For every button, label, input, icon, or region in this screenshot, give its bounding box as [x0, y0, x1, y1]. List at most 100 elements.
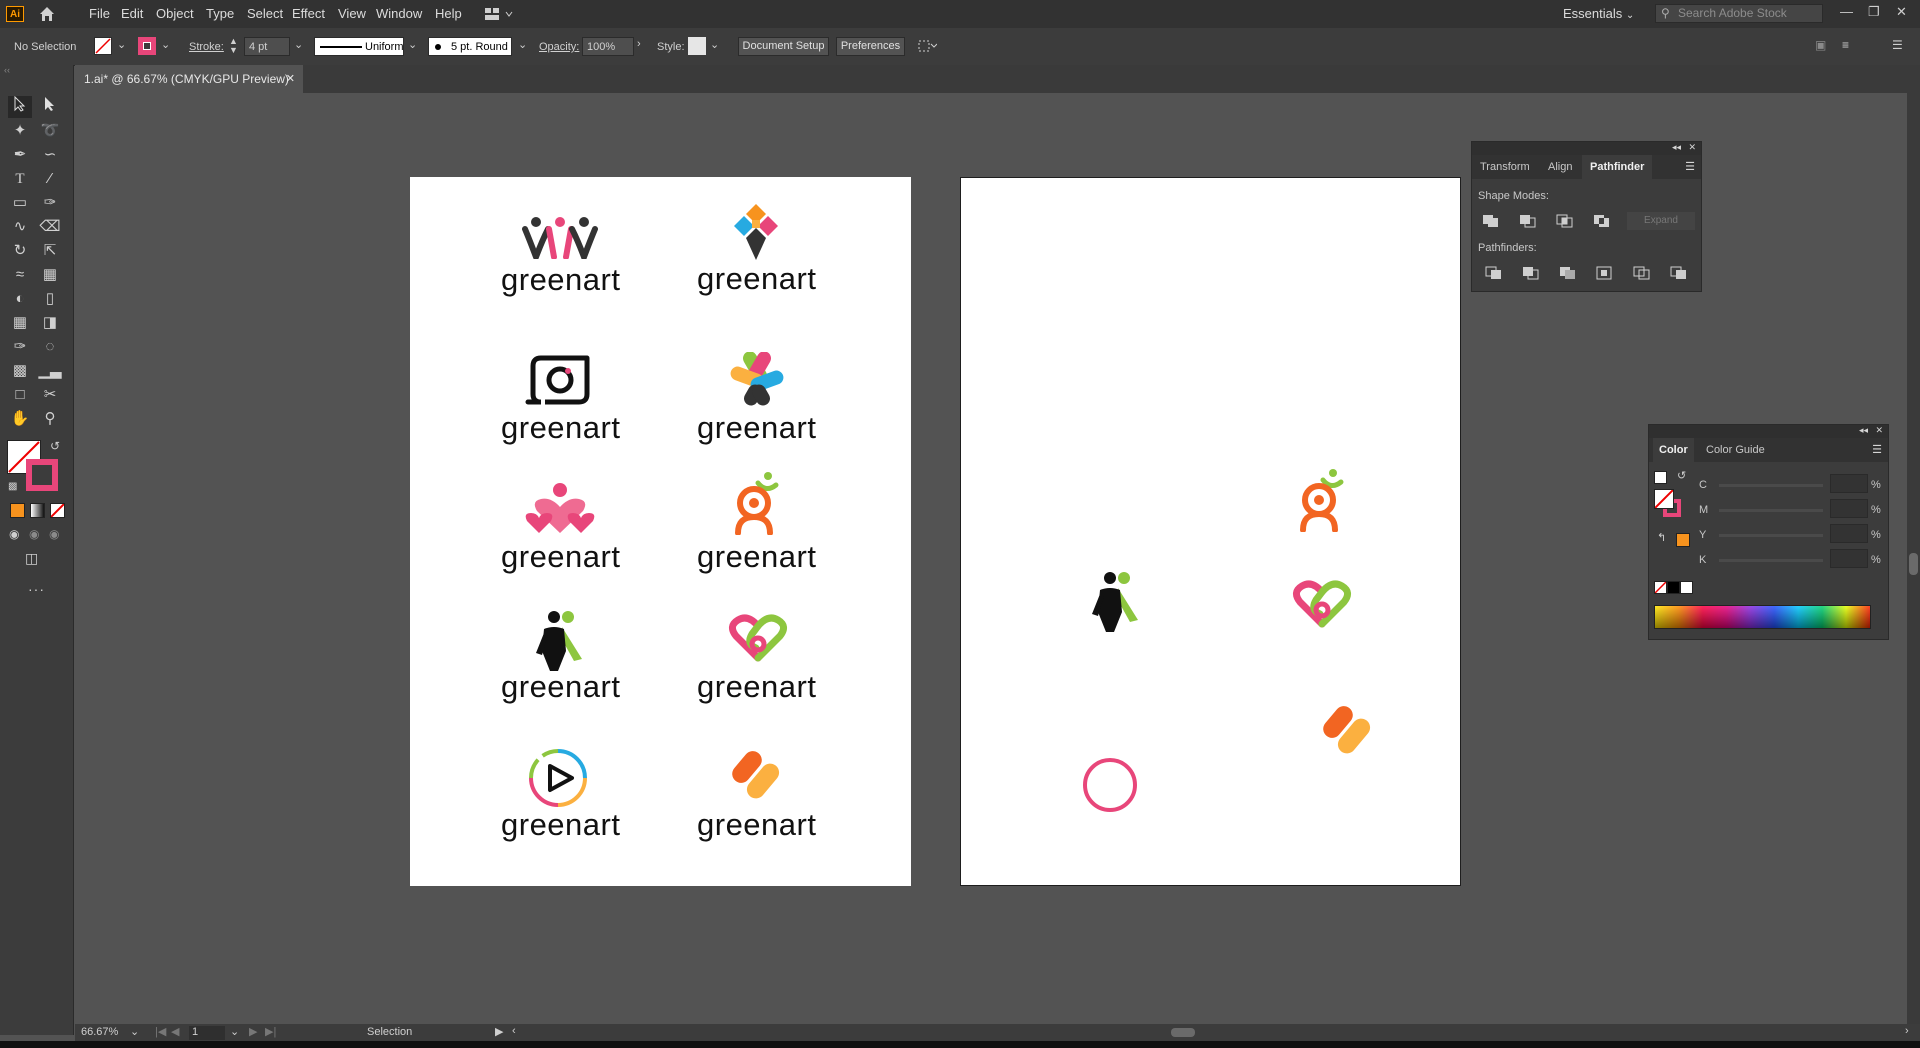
zoom-tool-icon[interactable]: ⚲ [38, 408, 62, 430]
artboard-2[interactable] [960, 177, 1461, 886]
workspace-switcher[interactable]: Essentials ⌄ [1563, 6, 1634, 21]
slice-tool-icon[interactable]: ✂ [38, 384, 62, 406]
channel-c-field[interactable] [1830, 474, 1868, 493]
crop-icon[interactable] [1596, 266, 1614, 280]
stock-search-input[interactable]: ⚲ Search Adobe Stock [1655, 4, 1823, 23]
ring-shape[interactable] [1082, 757, 1138, 813]
divide-icon[interactable] [1485, 266, 1503, 280]
home-icon[interactable] [38, 5, 56, 23]
chevron-down-icon[interactable]: ⌄ [294, 38, 303, 51]
symbol-sprayer-tool-icon[interactable]: ▩ [8, 360, 32, 382]
person-logo-icon[interactable] [732, 471, 782, 536]
panel-menu-icon[interactable]: ☰ [1872, 443, 1882, 456]
mesh-tool-icon[interactable]: ▦ [8, 312, 32, 334]
collapse-panel-icon[interactable]: ‹‹ [4, 65, 10, 75]
eyedropper-tool-icon[interactable]: ✑ [8, 336, 32, 358]
close-icon[interactable]: ✕ [1875, 425, 1883, 436]
artboard-tool-icon[interactable]: □ [8, 384, 32, 406]
cross-logo-icon[interactable] [728, 351, 786, 408]
chevron-down-icon[interactable]: ⌄ [117, 38, 126, 51]
draw-normal-icon[interactable]: ◉ [9, 527, 19, 541]
outline-icon[interactable] [1633, 266, 1651, 280]
heart-loop-logo-icon[interactable] [1292, 580, 1352, 628]
chevron-down-icon[interactable]: ⌄ [130, 1025, 139, 1038]
last-artboard-icon[interactable]: ▶| [265, 1025, 276, 1038]
opacity-field[interactable]: 100% [582, 37, 634, 56]
shape-builder-tool-icon[interactable]: ◐ [8, 288, 32, 310]
chevron-down-icon[interactable]: ⌄ [518, 38, 527, 51]
artboard-number-field[interactable]: 1 [189, 1026, 225, 1040]
color-mode-icon[interactable] [10, 503, 25, 518]
trim-icon[interactable] [1522, 266, 1540, 280]
free-transform-tool-icon[interactable]: ▦ [38, 264, 62, 286]
channel-m-field[interactable] [1830, 499, 1868, 518]
align-options-icon[interactable] [917, 38, 938, 54]
previous-artboard-icon[interactable]: ◀ [171, 1025, 179, 1038]
next-artboard-icon[interactable]: ▶ [249, 1025, 257, 1038]
default-colors-icon[interactable]: ▩ [8, 481, 17, 492]
stroke-label[interactable]: Stroke: [189, 41, 224, 53]
column-graph-tool-icon[interactable]: ▁▃ [38, 360, 62, 382]
chevron-down-icon[interactable]: ⌄ [230, 1025, 239, 1038]
menu-effect[interactable]: Effect [292, 6, 325, 21]
restore-icon[interactable]: ❐ [1868, 4, 1880, 20]
heart-loop-logo-icon[interactable] [728, 614, 788, 662]
zoom-level[interactable]: 66.67% [81, 1026, 118, 1038]
paintbrush-tool-icon[interactable]: ✑ [38, 192, 62, 214]
unite-icon[interactable] [1482, 214, 1500, 228]
scroll-left-icon[interactable]: ‹ [512, 1025, 516, 1037]
person-logo-icon[interactable] [1297, 468, 1347, 533]
chevron-down-icon[interactable]: ⌄ [408, 38, 417, 51]
last-color-swatch[interactable] [1676, 533, 1690, 547]
tab-color-guide[interactable]: Color Guide [1706, 444, 1765, 456]
close-icon[interactable]: ✕ [1688, 142, 1696, 153]
tab-color[interactable]: Color [1653, 438, 1694, 462]
variable-width-profile[interactable]: Uniform [314, 37, 404, 56]
collapse-icon[interactable]: ◂◂ [1859, 425, 1868, 436]
stroke-stepper[interactable]: ▲ ▼ [229, 37, 238, 55]
hearts-logo-icon[interactable] [525, 483, 595, 535]
stroke-color-box[interactable] [26, 459, 58, 491]
swap-colors-icon[interactable]: ↺ [1677, 469, 1686, 482]
arrange-panels-icon[interactable]: ▣ [1815, 38, 1826, 52]
panel-menu-icon[interactable]: ☰ [1685, 160, 1695, 173]
vertical-scrollbar[interactable] [1907, 93, 1920, 1024]
fill-color-box[interactable] [1654, 489, 1674, 509]
gradient-mode-icon[interactable] [30, 503, 45, 518]
out-of-gamut-icon[interactable]: ↰ [1657, 531, 1666, 544]
swap-colors-icon[interactable]: ↺ [50, 439, 60, 453]
eraser-tool-icon[interactable]: ⌫ [38, 216, 62, 238]
rectangle-tool-icon[interactable]: ▭ [8, 192, 32, 214]
status-menu-icon[interactable]: ▶ [495, 1025, 503, 1038]
line-tool-icon[interactable]: ⁄ [38, 168, 62, 190]
people-logo-icon[interactable] [522, 217, 598, 266]
channel-m-slider[interactable] [1719, 509, 1823, 512]
lasso-tool-icon[interactable]: ➰ [38, 120, 62, 142]
channel-y-slider[interactable] [1719, 534, 1823, 537]
document-tab[interactable]: 1.ai* @ 66.67% (CMYK/GPU Preview) ✕ [75, 65, 303, 93]
chevron-down-icon[interactable]: ⌄ [710, 38, 719, 51]
menu-file[interactable]: File [89, 6, 110, 21]
blend-tool-icon[interactable]: ◌ [38, 336, 62, 358]
screen-mode-icon[interactable]: ◫ [25, 550, 38, 567]
scale-tool-icon[interactable]: ⇱ [38, 240, 62, 262]
stripes-logo-icon[interactable] [1323, 700, 1371, 756]
black-swatch[interactable] [1667, 581, 1680, 594]
direct-selection-tool-icon[interactable] [38, 96, 62, 118]
exclude-icon[interactable] [1593, 214, 1611, 228]
tab-pathfinder[interactable]: Pathfinder [1582, 155, 1653, 179]
shaper-tool-icon[interactable]: ∿ [8, 216, 32, 238]
close-icon[interactable]: ✕ [1896, 4, 1907, 20]
minus-back-icon[interactable] [1670, 266, 1688, 280]
pen-tool-icon[interactable]: ✒ [8, 144, 32, 166]
scroll-right-icon[interactable]: › [1905, 1025, 1909, 1037]
channel-y-field[interactable] [1830, 524, 1868, 543]
default-fill-stroke-icon[interactable] [1654, 471, 1667, 484]
fill-swatch[interactable] [94, 37, 112, 55]
panel-header[interactable]: ◂◂ ✕ [1649, 425, 1888, 438]
hamburger-menu-icon[interactable]: ☰ [1892, 38, 1903, 52]
type-tool-icon[interactable]: T [8, 168, 32, 190]
stroke-swatch[interactable] [138, 37, 156, 55]
document-setup-button[interactable]: Document Setup [738, 37, 829, 56]
horizontal-scroll-thumb[interactable] [1171, 1028, 1195, 1037]
